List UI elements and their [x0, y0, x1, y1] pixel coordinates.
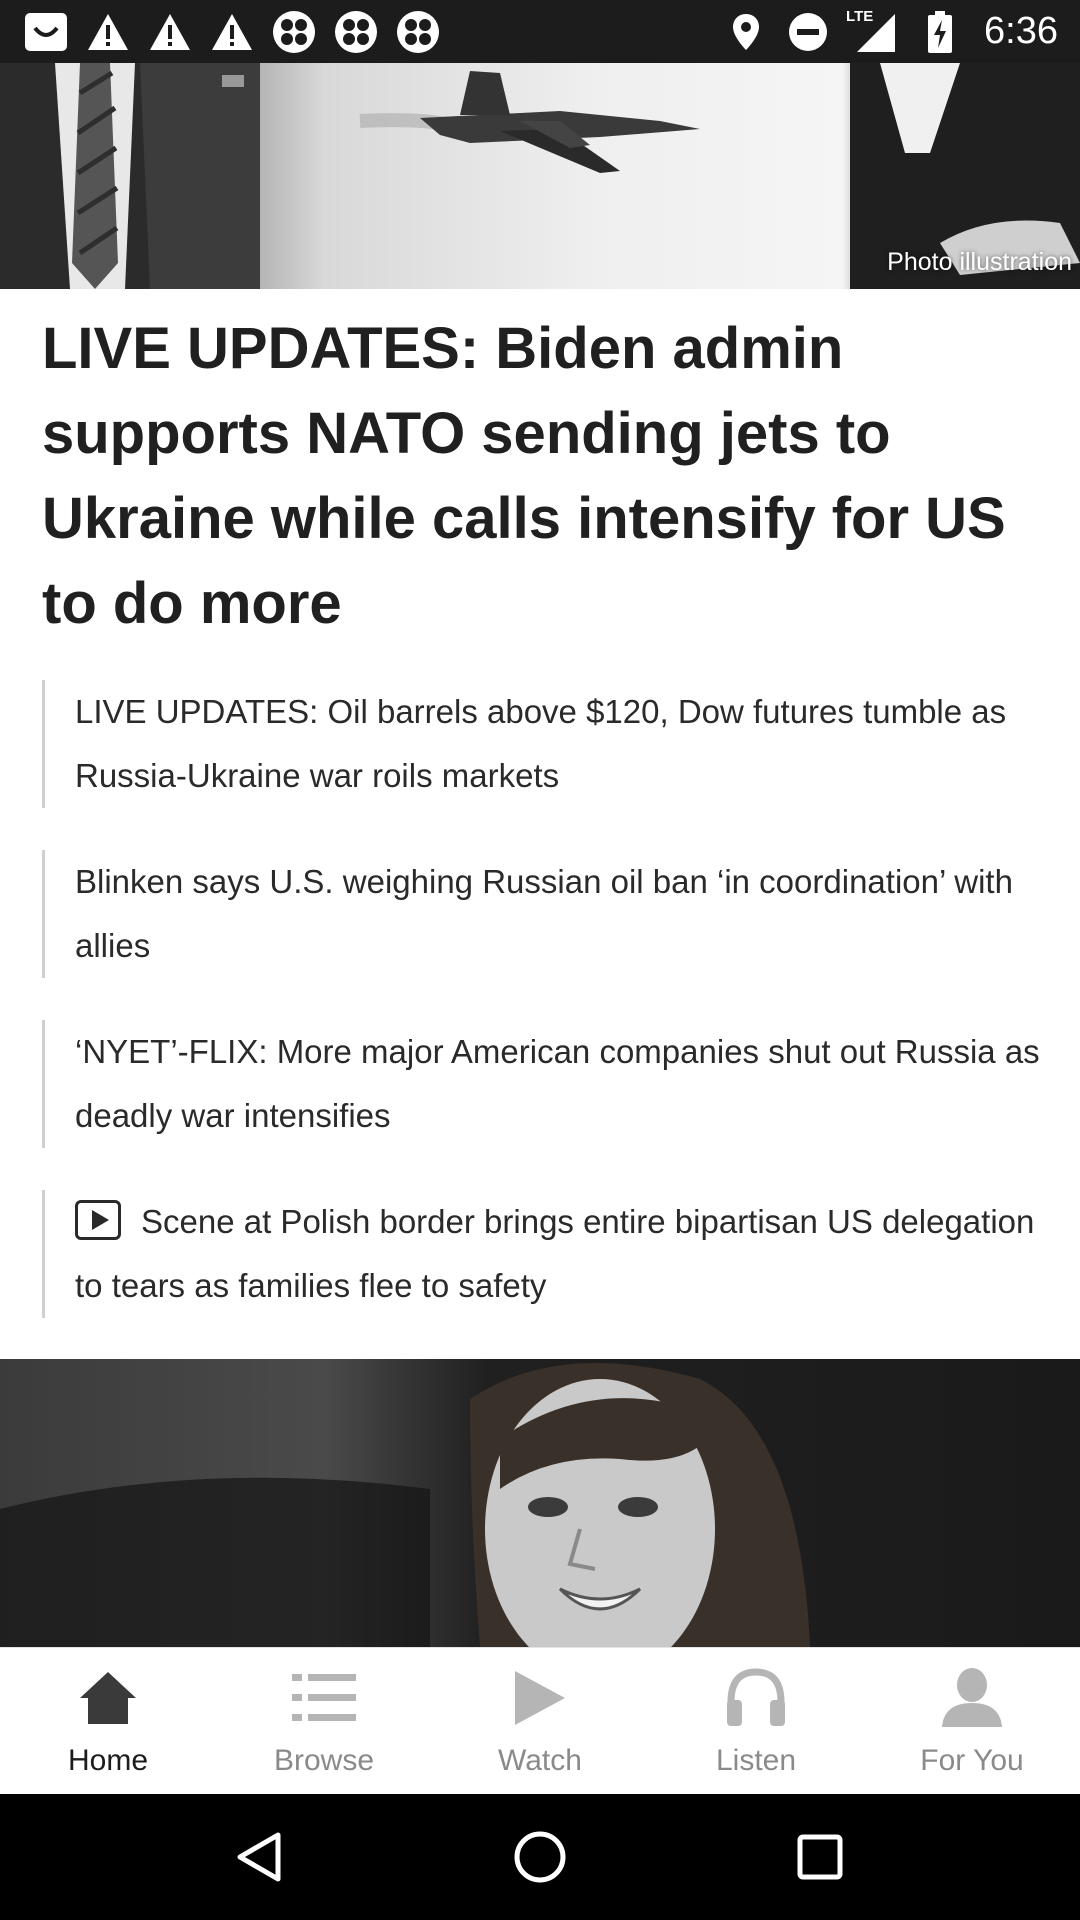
related-link-text: ‘NYET’-FLIX: More major American compani…: [75, 1033, 1040, 1134]
app-grid-icon: [270, 8, 318, 56]
status-bar-notifications: [22, 8, 442, 56]
story-image[interactable]: [0, 1359, 1080, 1647]
related-link[interactable]: LIVE UPDATES: Oil barrels above $120, Do…: [42, 680, 1042, 808]
home-icon: [76, 1666, 140, 1730]
related-link[interactable]: Blinken says U.S. weighing Russian oil b…: [42, 850, 1042, 978]
person-icon: [940, 1666, 1004, 1730]
nav-watch[interactable]: Watch: [432, 1648, 648, 1795]
nav-browse-label: Browse: [273, 1744, 375, 1777]
network-type: LTE: [846, 7, 874, 25]
play-icon: [508, 1666, 572, 1730]
related-link-text: LIVE UPDATES: Oil barrels above $120, Do…: [75, 693, 1007, 794]
home-circle-icon[interactable]: [505, 1822, 575, 1892]
bottom-navigation: Home Browse Watch Listen For You: [0, 1647, 1080, 1795]
list-icon: [292, 1666, 356, 1730]
app-grid-icon: [394, 8, 442, 56]
system-navigation-bar: [0, 1794, 1080, 1920]
nav-home[interactable]: Home: [0, 1648, 216, 1795]
video-play-icon: [75, 1200, 121, 1240]
status-bar: LTE 6:36: [0, 0, 1080, 63]
related-links: LIVE UPDATES: Oil barrels above $120, Do…: [42, 680, 1042, 1318]
do-not-disturb-icon: [784, 8, 832, 56]
portrait-photo: [0, 1363, 810, 1647]
status-bar-system: LTE 6:36: [722, 8, 1058, 56]
warning-icon: [84, 8, 132, 56]
location-icon: [722, 8, 770, 56]
hero-image[interactable]: Photo illustration: [0, 63, 1080, 289]
clock: 6:36: [984, 10, 1058, 52]
main-headline[interactable]: LIVE UPDATES: Biden admin supports NATO …: [42, 306, 1052, 646]
smile-notification-icon: [22, 8, 70, 56]
related-link[interactable]: ‘NYET’-FLIX: More major American compani…: [42, 1020, 1042, 1148]
nav-for-you-label: For You: [920, 1744, 1024, 1777]
related-link-video[interactable]: Scene at Polish border brings entire bip…: [42, 1190, 1042, 1318]
headphones-icon: [724, 1666, 788, 1730]
recents-icon[interactable]: [785, 1822, 855, 1892]
nav-listen-label: Listen: [715, 1744, 797, 1777]
signal-icon: LTE: [846, 8, 902, 56]
nav-browse[interactable]: Browse: [216, 1648, 432, 1795]
nav-listen[interactable]: Listen: [648, 1648, 864, 1795]
app-grid-icon: [332, 8, 380, 56]
back-icon[interactable]: [225, 1822, 295, 1892]
photo-credit: Photo illustration: [887, 248, 1072, 276]
related-link-text: Scene at Polish border brings entire bip…: [75, 1203, 1035, 1304]
warning-icon: [146, 8, 194, 56]
nav-home-label: Home: [67, 1744, 149, 1777]
nav-watch-label: Watch: [498, 1744, 582, 1777]
nav-for-you[interactable]: For You: [864, 1648, 1080, 1795]
warning-icon: [208, 8, 256, 56]
battery-charging-icon: [916, 8, 964, 56]
related-link-text: Blinken says U.S. weighing Russian oil b…: [75, 863, 1013, 964]
